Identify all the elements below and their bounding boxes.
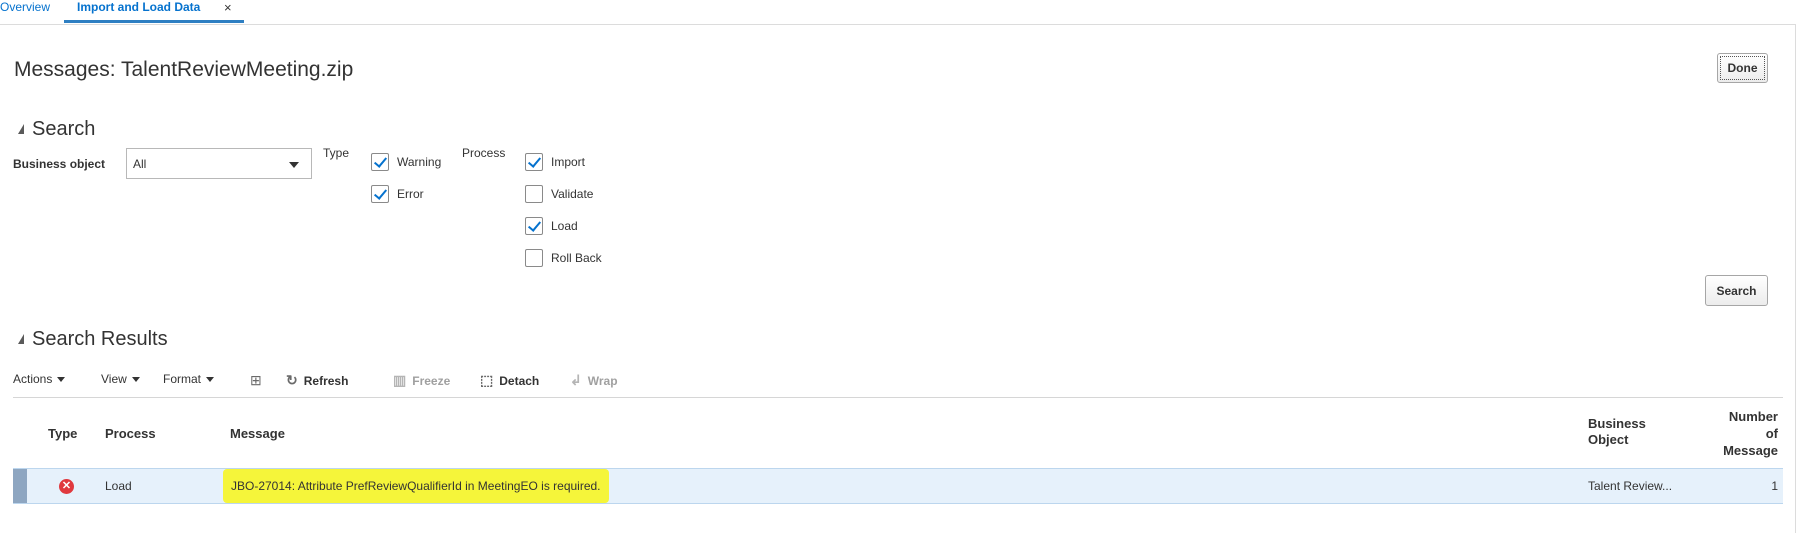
process-label: Process [462, 146, 506, 160]
column-header-number-line1: Number [1728, 409, 1778, 424]
freeze-label: Freeze [412, 373, 451, 388]
freeze-button: ▥ Freeze [393, 372, 450, 389]
search-heading-label: Search [32, 118, 96, 140]
tab-bar: Overview Import and Load Data × [0, 0, 1798, 23]
type-error-label: Error [397, 187, 424, 201]
type-error-checkbox[interactable] [371, 185, 389, 203]
tab-import-and-load-data[interactable]: Import and Load Data [77, 0, 200, 14]
actions-menu-label: Actions [13, 372, 53, 386]
wrap-button: ↲ Wrap [570, 372, 618, 389]
detach-icon: ⬚ [480, 372, 494, 388]
process-import-option[interactable]: Import [525, 153, 585, 171]
refresh-icon: ↻ [286, 372, 298, 388]
query-by-example-button[interactable]: ⊞ [250, 372, 268, 389]
search-section-heading[interactable]: Search [18, 118, 95, 141]
column-header-number-of-message[interactable]: Number of Message [1693, 408, 1778, 459]
process-load-option[interactable]: Load [525, 217, 578, 235]
process-import-label: Import [551, 155, 586, 169]
freeze-icon: ▥ [393, 372, 407, 388]
format-menu[interactable]: Format [163, 372, 215, 386]
process-load-label: Load [551, 219, 578, 233]
type-warning-option[interactable]: Warning [371, 153, 441, 171]
type-warning-checkbox[interactable] [371, 153, 389, 171]
chevron-down-icon [57, 376, 66, 382]
detach-button[interactable]: ⬚ Detach [480, 372, 539, 389]
process-validate-option[interactable]: Validate [525, 185, 593, 203]
business-object-value: All [133, 157, 147, 171]
query-by-example-icon: ⊞ [250, 372, 262, 388]
column-header-business-object-line1: Business [1588, 416, 1646, 431]
chevron-down-icon [206, 376, 215, 382]
format-menu-label: Format [163, 372, 202, 386]
refresh-button[interactable]: ↻ Refresh [286, 372, 348, 389]
column-header-business-object-line2: Object [1588, 432, 1629, 447]
business-object-label: Business object [13, 157, 106, 171]
collapse-triangle-icon[interactable] [18, 333, 24, 344]
column-header-business-object[interactable]: Business Object [1588, 416, 1646, 448]
row-selector[interactable] [13, 469, 27, 503]
tab-close-icon[interactable]: × [224, 0, 232, 15]
search-results-heading[interactable]: Search Results [18, 328, 168, 351]
tab-overview[interactable]: Overview [0, 0, 50, 14]
column-header-message[interactable]: Message [230, 426, 285, 441]
column-header-number-line3: Message [1723, 443, 1778, 458]
table-row[interactable]: ✕ Load JBO-27014: Attribute PrefReviewQu… [13, 468, 1783, 504]
process-validate-label: Validate [551, 187, 594, 201]
process-load-checkbox[interactable] [525, 217, 543, 235]
view-menu[interactable]: View [101, 372, 140, 386]
search-results-heading-label: Search Results [32, 328, 168, 350]
detach-label: Detach [499, 373, 540, 388]
column-header-number-line2: of [1765, 426, 1778, 441]
row-business-object: Talent Review... [1588, 479, 1673, 493]
wrap-label: Wrap [587, 373, 618, 388]
search-button[interactable]: Search [1705, 275, 1768, 306]
collapse-triangle-icon[interactable] [18, 123, 24, 134]
process-roll-back-option[interactable]: Roll Back [525, 249, 602, 267]
chevron-down-icon [289, 162, 299, 168]
row-process: Load [105, 479, 132, 493]
done-button[interactable]: Done [1717, 53, 1768, 83]
process-roll-back-checkbox[interactable] [525, 249, 543, 267]
error-icon: ✕ [59, 479, 74, 494]
column-header-process[interactable]: Process [105, 426, 156, 441]
content-panel [0, 24, 1796, 533]
refresh-label: Refresh [303, 373, 349, 388]
column-header-type[interactable]: Type [48, 426, 77, 441]
type-warning-label: Warning [397, 155, 442, 169]
view-menu-label: View [101, 372, 127, 386]
page-title: Messages: TalentReviewMeeting.zip [14, 58, 354, 81]
row-number-of-message: 1 [1771, 479, 1778, 493]
process-validate-checkbox[interactable] [525, 185, 543, 203]
chevron-down-icon [131, 376, 140, 382]
business-object-select[interactable]: All [126, 148, 312, 179]
type-label: Type [323, 146, 350, 160]
row-message: JBO-27014: Attribute PrefReviewQualifier… [223, 469, 609, 503]
process-roll-back-label: Roll Back [551, 251, 602, 265]
type-error-option[interactable]: Error [371, 185, 424, 203]
wrap-icon: ↲ [570, 372, 582, 388]
process-import-checkbox[interactable] [525, 153, 543, 171]
active-tab-indicator [64, 20, 244, 23]
actions-menu[interactable]: Actions [13, 372, 66, 386]
toolbar-divider [13, 397, 1783, 398]
